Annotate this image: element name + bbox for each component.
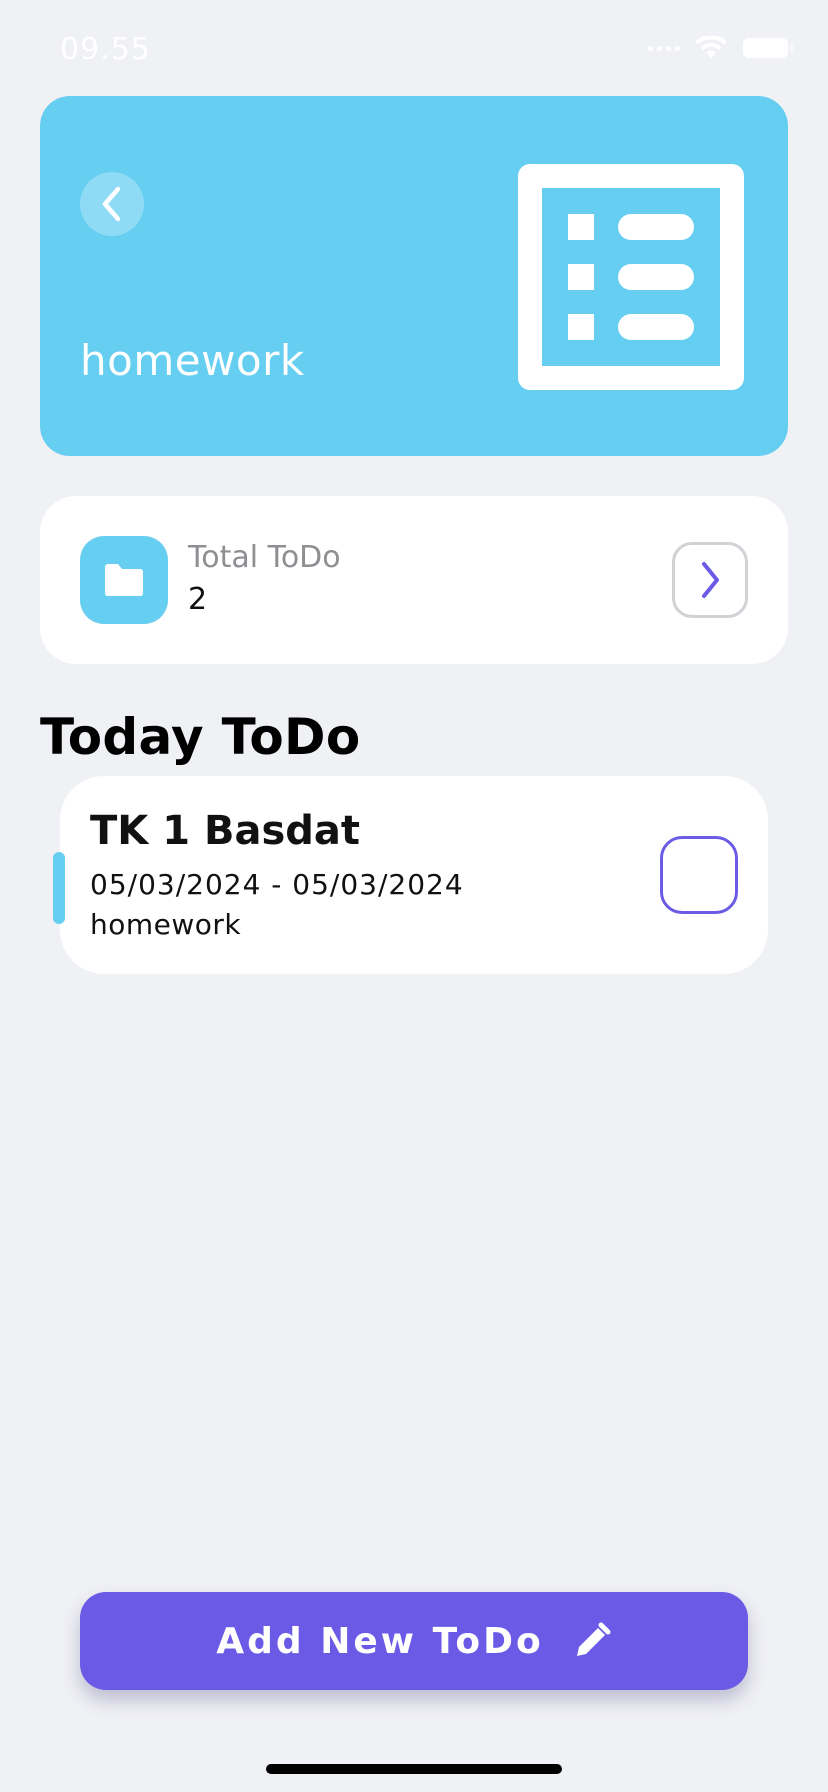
- page-title: homework: [80, 336, 305, 385]
- add-todo-label: Add New ToDo: [216, 1620, 544, 1662]
- status-time: 09.55: [60, 32, 151, 67]
- todo-category: homework: [90, 908, 242, 941]
- signal-icon: [648, 45, 680, 51]
- status-icons: [648, 36, 794, 60]
- back-button[interactable]: [80, 172, 144, 236]
- screen: 09.55 homework Total ToDo 2 Today ToDo T…: [0, 0, 828, 1792]
- todo-accent-bar: [53, 852, 65, 924]
- add-todo-button[interactable]: Add New ToDo: [80, 1592, 748, 1690]
- section-title: Today ToDo: [40, 708, 361, 766]
- todo-checkbox[interactable]: [660, 836, 738, 914]
- pencil-icon: [576, 1622, 611, 1656]
- todo-item[interactable]: TK 1 Basdat 05/03/2024 - 05/03/2024 home…: [60, 776, 768, 974]
- total-todo-count: 2: [188, 582, 208, 617]
- todo-title: TK 1 Basdat: [90, 808, 360, 854]
- chevron-right-icon: [702, 562, 719, 598]
- total-todo-label: Total ToDo: [188, 540, 341, 575]
- folder-tile: [80, 536, 168, 624]
- total-todo-arrow-button[interactable]: [672, 542, 748, 618]
- list-icon: [518, 164, 744, 390]
- folder-icon: [105, 564, 143, 596]
- battery-icon: [743, 38, 793, 58]
- wifi-icon: [695, 36, 727, 58]
- total-todo-card: Total ToDo 2: [40, 496, 788, 664]
- todo-dates: 05/03/2024 - 05/03/2024: [90, 868, 464, 901]
- chevron-left-icon: [102, 186, 121, 222]
- home-indicator: [266, 1764, 562, 1774]
- header-card: homework: [40, 96, 788, 456]
